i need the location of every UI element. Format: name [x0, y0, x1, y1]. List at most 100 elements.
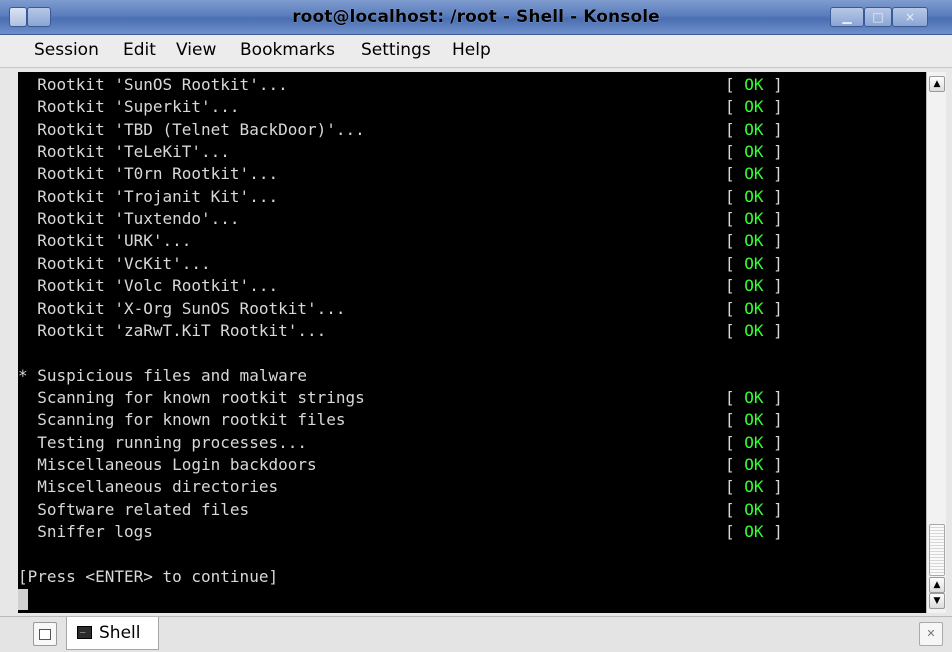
status-badge: [ OK ] [725, 521, 783, 543]
status-bracket: [ [725, 433, 745, 452]
status-badge: [ OK ] [725, 230, 783, 252]
terminal-line: Miscellaneous Login backdoors [18, 455, 317, 474]
status-badge: [ OK ] [725, 409, 783, 431]
arrow-up-icon[interactable]: ▲ [929, 76, 945, 92]
vertical-scrollbar[interactable]: ▲ ▲ ▼ [926, 72, 946, 613]
status-badge: [ OK ] [725, 454, 783, 476]
status-badge: [ OK ] [725, 96, 783, 118]
window-titlebar[interactable]: root@localhost: /root - Shell - Konsole … [0, 0, 952, 35]
status-bracket: [ [725, 187, 745, 206]
status-ok: OK [744, 254, 764, 273]
scrollbar-thumb[interactable] [929, 524, 945, 576]
status-bracket: ] [763, 299, 783, 318]
window-title: root@localhost: /root - Shell - Konsole [292, 7, 660, 27]
status-ok: OK [744, 321, 764, 340]
menu-edit[interactable]: Edit [123, 40, 156, 60]
status-bracket: ] [763, 433, 783, 452]
status-ok: OK [744, 433, 764, 452]
status-bracket: [ [725, 477, 745, 496]
terminal-line: Scanning for known rootkit strings [18, 388, 365, 407]
terminal-line: Rootkit 'X-Org SunOS Rootkit'... [18, 299, 346, 318]
status-bracket: [ [725, 522, 745, 541]
menu-bookmarks[interactable]: Bookmarks [240, 40, 335, 60]
new-tab-button[interactable] [33, 622, 57, 646]
terminal-output[interactable]: Rootkit 'SunOS Rootkit'... [ OK ] Rootkit… [18, 72, 926, 613]
status-bracket: ] [763, 321, 783, 340]
status-bracket: [ [725, 276, 745, 295]
terminal-line: Testing running processes... [18, 433, 307, 452]
status-badge: [ OK ] [725, 163, 783, 185]
status-bracket: [ [725, 500, 745, 519]
status-bracket: ] [763, 455, 783, 474]
status-badge: [ OK ] [725, 476, 783, 498]
terminal-line: Scanning for known rootkit files [18, 410, 346, 429]
terminal-line: Software related files [18, 500, 250, 519]
tab-label: Shell [99, 623, 141, 643]
close-button[interactable]: × [892, 7, 928, 27]
terminal-line: Rootkit 'Tuxtendo'... [18, 209, 240, 228]
status-bracket: ] [763, 276, 783, 295]
tab-shell[interactable]: _ Shell [66, 617, 159, 650]
status-bracket: [ [725, 231, 745, 250]
status-bracket: ] [763, 522, 783, 541]
terminal-line: Rootkit 'TBD (Telnet BackDoor)'... [18, 120, 365, 139]
status-bracket: ] [763, 120, 783, 139]
status-bracket: [ [725, 299, 745, 318]
minimize-button[interactable]: ▁ [830, 7, 864, 27]
status-bracket: ] [763, 500, 783, 519]
maximize-button[interactable]: □ [864, 7, 892, 27]
status-bracket: [ [725, 455, 745, 474]
status-ok: OK [744, 97, 764, 116]
terminal-icon: _ [77, 624, 92, 639]
status-ok: OK [744, 231, 764, 250]
terminal-line: Rootkit 'TeLeKiT'... [18, 142, 230, 161]
status-badge: [ OK ] [725, 387, 783, 409]
status-bracket: [ [725, 75, 745, 94]
terminal-line: Rootkit 'T0rn Rootkit'... [18, 164, 279, 183]
minimize-icon: ▁ [842, 10, 852, 24]
arrow-up-icon[interactable]: ▲ [929, 577, 945, 593]
status-bracket: [ [725, 120, 745, 139]
text-cursor [18, 589, 28, 610]
status-badge: [ OK ] [725, 298, 783, 320]
status-bracket: [ [725, 388, 745, 407]
status-badge: [ OK ] [725, 141, 783, 163]
terminal-line: Rootkit 'Volc Rootkit'... [18, 276, 279, 295]
status-bracket: ] [763, 142, 783, 161]
status-ok: OK [744, 276, 764, 295]
status-badge: [ OK ] [725, 432, 783, 454]
status-bracket: ] [763, 187, 783, 206]
status-ok: OK [744, 522, 764, 541]
terminal-line: Rootkit 'Superkit'... [18, 97, 240, 116]
status-bracket: ] [763, 254, 783, 273]
status-ok: OK [744, 299, 764, 318]
status-bracket: [ [725, 410, 745, 429]
status-ok: OK [744, 187, 764, 206]
status-bracket: [ [725, 97, 745, 116]
menu-session[interactable]: Session [34, 40, 99, 60]
status-bracket: ] [763, 231, 783, 250]
status-ok: OK [744, 209, 764, 228]
status-ok: OK [744, 455, 764, 474]
status-ok: OK [744, 388, 764, 407]
status-badge: [ OK ] [725, 253, 783, 275]
status-badge: [ OK ] [725, 320, 783, 342]
status-bracket: [ [725, 142, 745, 161]
menu-view[interactable]: View [176, 40, 216, 60]
status-bracket: ] [763, 477, 783, 496]
status-ok: OK [744, 477, 764, 496]
status-bracket: ] [763, 75, 783, 94]
status-badge: [ OK ] [725, 275, 783, 297]
terminal-line: * Suspicious files and malware [18, 366, 307, 385]
arrow-down-icon[interactable]: ▼ [929, 593, 945, 609]
status-bracket: ] [763, 410, 783, 429]
status-bracket: ] [763, 209, 783, 228]
menu-settings[interactable]: Settings [361, 40, 431, 60]
new-tab-icon [39, 629, 51, 640]
close-tab-icon[interactable]: ✕ [919, 622, 943, 646]
status-badge: [ OK ] [725, 74, 783, 96]
terminal-line: Rootkit 'VcKit'... [18, 254, 211, 273]
menu-help[interactable]: Help [452, 40, 491, 60]
terminal-line: Rootkit 'URK'... [18, 231, 192, 250]
status-bracket: ] [763, 97, 783, 116]
